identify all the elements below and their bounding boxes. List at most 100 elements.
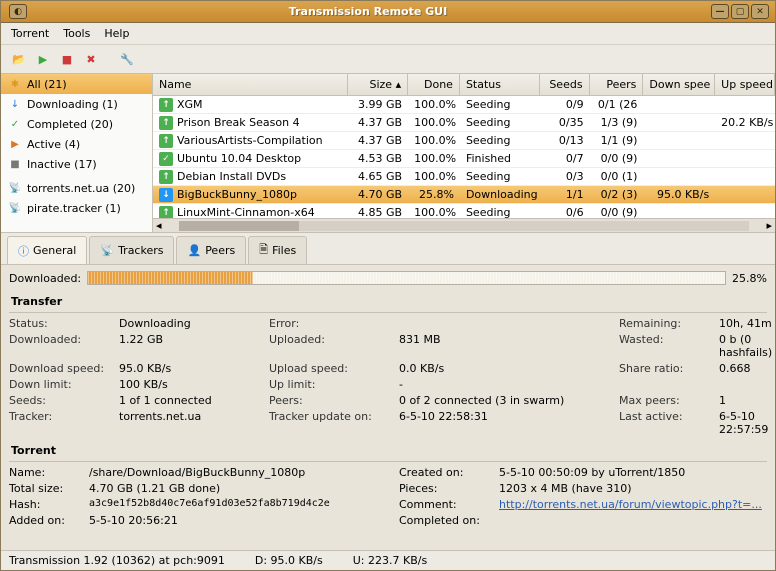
table-row[interactable]: ↑VariousArtists-Compilation4.37 GB100.0%… bbox=[153, 132, 775, 150]
antenna-icon: 📡 bbox=[8, 181, 22, 195]
col-status[interactable]: Status bbox=[460, 74, 540, 95]
tracker-label: pirate.tracker (1) bbox=[27, 202, 121, 215]
scroll-right-icon[interactable]: ▸ bbox=[763, 219, 775, 232]
stop-button[interactable]: ■ bbox=[57, 49, 77, 69]
row-seeds: 0/35 bbox=[540, 114, 590, 131]
titlebar: ◐ Transmission Remote GUI — ▢ ✕ bbox=[1, 1, 775, 23]
scroll-thumb[interactable] bbox=[179, 221, 299, 231]
table-row[interactable]: ↑Debian Install DVDs4.65 GB100.0%Seeding… bbox=[153, 168, 775, 186]
tracker-label: torrents.net.ua (20) bbox=[27, 182, 135, 195]
row-down bbox=[643, 139, 715, 143]
row-down bbox=[643, 121, 715, 125]
col-seeds[interactable]: Seeds bbox=[540, 74, 590, 95]
row-done: 100.0% bbox=[408, 150, 460, 167]
open-button[interactable]: 📂 bbox=[9, 49, 29, 69]
row-size: 4.53 GB bbox=[348, 150, 408, 167]
close-button[interactable]: ✕ bbox=[751, 4, 769, 19]
table-row[interactable]: ↑Prison Break Season 44.37 GB100.0%Seedi… bbox=[153, 114, 775, 132]
row-down: 95.0 KB/s bbox=[643, 186, 715, 203]
transfer-header: Transfer bbox=[9, 291, 767, 313]
tab-trackers[interactable]: 📡Trackers bbox=[89, 236, 174, 264]
col-peers[interactable]: Peers bbox=[590, 74, 644, 95]
filter-icon: ■ bbox=[8, 157, 22, 171]
tab-files[interactable]: 🗎Files bbox=[248, 236, 307, 264]
row-name: Debian Install DVDs bbox=[177, 170, 286, 183]
col-up[interactable]: Up speed bbox=[715, 74, 775, 95]
sidebar-filter[interactable]: ✓ Completed (20) bbox=[1, 114, 152, 134]
row-status: Seeding bbox=[460, 114, 540, 131]
menubar: Torrent Tools Help bbox=[1, 23, 775, 45]
row-name: LinuxMint-Cinnamon-x64 bbox=[177, 206, 315, 218]
row-status: Seeding bbox=[460, 168, 540, 185]
table-row[interactable]: ↓BigBuckBunny_1080p4.70 GB25.8%Downloadi… bbox=[153, 186, 775, 204]
row-size: 3.99 GB bbox=[348, 96, 408, 113]
horizontal-scrollbar[interactable]: ◂ ▸ bbox=[153, 218, 775, 232]
row-peers: 0/0 (9) bbox=[590, 204, 644, 218]
row-status-icon: ↓ bbox=[159, 188, 173, 202]
row-status-icon: ↑ bbox=[159, 116, 173, 130]
row-name: BigBuckBunny_1080p bbox=[177, 188, 297, 201]
filter-icon: ✓ bbox=[8, 117, 22, 131]
row-name: Ubuntu 10.04 Desktop bbox=[177, 152, 301, 165]
row-size: 4.37 GB bbox=[348, 114, 408, 131]
scroll-left-icon[interactable]: ◂ bbox=[153, 219, 165, 232]
filter-label: Completed (20) bbox=[27, 118, 113, 131]
detail-tabs: ⓘGeneral 📡Trackers 👤Peers 🗎Files bbox=[1, 232, 775, 264]
statusbar: Transmission 1.92 (10362) at pch:9091 D:… bbox=[1, 550, 775, 570]
row-down bbox=[643, 103, 715, 107]
row-down bbox=[643, 175, 715, 179]
sidebar-tracker[interactable]: 📡 pirate.tracker (1) bbox=[1, 198, 152, 218]
row-status-icon: ↑ bbox=[159, 98, 173, 112]
row-peers: 0/0 (9) bbox=[590, 150, 644, 167]
row-name: XGM bbox=[177, 98, 203, 111]
status-connection: Transmission 1.92 (10362) at pch:9091 bbox=[9, 554, 225, 567]
menu-tools[interactable]: Tools bbox=[63, 27, 90, 40]
row-status-icon: ↑ bbox=[159, 134, 173, 148]
tab-general[interactable]: ⓘGeneral bbox=[7, 236, 87, 264]
row-done: 100.0% bbox=[408, 96, 460, 113]
row-up: 20.2 KB/s bbox=[715, 114, 775, 131]
antenna-icon: 📡 bbox=[8, 201, 22, 215]
sort-icon: ▴ bbox=[396, 78, 402, 91]
row-seeds: 0/9 bbox=[540, 96, 590, 113]
status-down: D: 95.0 KB/s bbox=[255, 554, 323, 567]
sidebar-filter[interactable]: ↓Downloading (1) bbox=[1, 94, 152, 114]
row-done: 100.0% bbox=[408, 132, 460, 149]
start-button[interactable]: ▶ bbox=[33, 49, 53, 69]
tab-peers[interactable]: 👤Peers bbox=[176, 236, 246, 264]
menu-torrent[interactable]: Torrent bbox=[11, 27, 49, 40]
comment-link[interactable]: http://torrents.net.ua/forum/viewtopic.p… bbox=[499, 498, 767, 511]
row-up bbox=[715, 103, 775, 107]
sidebar-filter[interactable]: ✱All (21) bbox=[1, 74, 152, 94]
sidebar-filter[interactable]: ▶Active (4) bbox=[1, 134, 152, 154]
table-body[interactable]: ↑XGM3.99 GB100.0%Seeding0/90/1 (26↑Priso… bbox=[153, 96, 775, 218]
row-seeds: 0/7 bbox=[540, 150, 590, 167]
file-icon: 🗎 bbox=[259, 241, 268, 260]
col-name[interactable]: Name bbox=[153, 74, 348, 95]
row-status-icon: ↑ bbox=[159, 206, 173, 219]
settings-button[interactable]: 🔧 bbox=[117, 49, 137, 69]
remove-button[interactable]: ✖ bbox=[81, 49, 101, 69]
table-row[interactable]: ↑LinuxMint-Cinnamon-x644.85 GB100.0%Seed… bbox=[153, 204, 775, 218]
filter-label: Downloading (1) bbox=[27, 98, 118, 111]
col-done[interactable]: Done bbox=[408, 74, 460, 95]
row-done: 100.0% bbox=[408, 168, 460, 185]
menu-help[interactable]: Help bbox=[104, 27, 129, 40]
row-up bbox=[715, 139, 775, 143]
row-peers: 1/1 (9) bbox=[590, 132, 644, 149]
table-row[interactable]: ✓Ubuntu 10.04 Desktop4.53 GB100.0%Finish… bbox=[153, 150, 775, 168]
row-done: 100.0% bbox=[408, 204, 460, 218]
table-row[interactable]: ↑XGM3.99 GB100.0%Seeding0/90/1 (26 bbox=[153, 96, 775, 114]
row-up bbox=[715, 157, 775, 161]
row-size: 4.85 GB bbox=[348, 204, 408, 218]
row-status: Downloading bbox=[460, 186, 540, 203]
filter-icon: ▶ bbox=[8, 137, 22, 151]
sidebar-filter[interactable]: ■Inactive (17) bbox=[1, 154, 152, 174]
col-down[interactable]: Down spee bbox=[643, 74, 715, 95]
maximize-button[interactable]: ▢ bbox=[731, 4, 749, 19]
info-icon: ⓘ bbox=[18, 243, 29, 259]
col-size[interactable]: Size ▴ bbox=[348, 74, 408, 95]
minimize-button[interactable]: — bbox=[711, 4, 729, 19]
progress-bar bbox=[87, 271, 726, 285]
sidebar-tracker[interactable]: 📡 torrents.net.ua (20) bbox=[1, 178, 152, 198]
